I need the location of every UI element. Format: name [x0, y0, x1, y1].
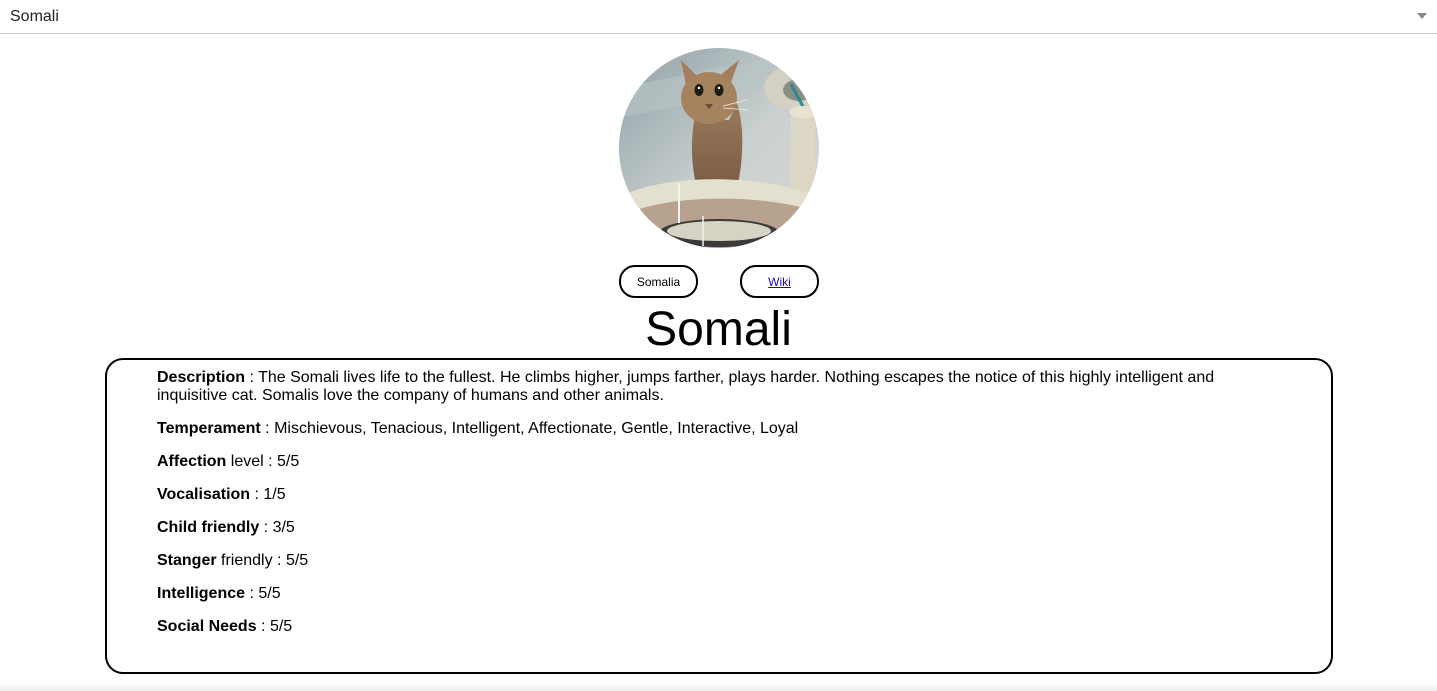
social-needs-label: Social Needs [157, 618, 257, 635]
intelligence-label: Intelligence [157, 585, 246, 602]
temperament-label: Temperament [157, 420, 261, 437]
cat-photo-image [619, 48, 819, 248]
intelligence-text: : 5/5 [245, 585, 281, 602]
description-text: : The Somali lives life to the fullest. … [157, 369, 1215, 404]
breed-select-value: Somali [10, 8, 59, 25]
child-friendly-row: Child friendly : 3/5 [157, 519, 1267, 537]
breed-select[interactable]: Somali [0, 0, 1437, 34]
child-friendly-label: Child friendly [157, 519, 260, 536]
vocalisation-label: Vocalisation [157, 486, 251, 503]
affection-label: Affection [157, 453, 227, 470]
temperament-text: : Mischievous, Tenacious, Intelligent, A… [260, 420, 799, 437]
breed-photo [619, 48, 819, 248]
breed-title: Somali [645, 303, 792, 356]
stranger-friendly-text: friendly : 5/5 [216, 552, 309, 569]
temperament-row: Temperament : Mischievous, Tenacious, In… [157, 420, 1267, 438]
affection-row: Affection level : 5/5 [157, 453, 1267, 471]
vocalisation-row: Vocalisation : 1/5 [157, 486, 1267, 504]
child-friendly-text: : 3/5 [259, 519, 295, 536]
social-needs-text: : 5/5 [256, 618, 293, 635]
stranger-friendly-label: Stanger [157, 552, 217, 569]
wiki-link[interactable]: Wiki [768, 275, 791, 289]
wiki-button[interactable]: Wiki [740, 265, 819, 298]
origin-button[interactable]: Somalia [619, 265, 698, 298]
description-label: Description [157, 369, 246, 386]
description-row: Description : The Somali lives life to t… [157, 369, 1267, 405]
breed-details-card: Description : The Somali lives life to t… [105, 358, 1333, 674]
vocalisation-text: : 1/5 [250, 486, 286, 503]
bottom-shadow [0, 683, 1437, 691]
affection-text: level : 5/5 [226, 453, 300, 470]
stranger-friendly-row: Stanger friendly : 5/5 [157, 552, 1267, 570]
breed-details-list: Description : The Somali lives life to t… [157, 369, 1267, 651]
social-needs-row: Social Needs : 5/5 [157, 618, 1267, 636]
intelligence-row: Intelligence : 5/5 [157, 585, 1267, 603]
chevron-down-icon[interactable] [1417, 13, 1427, 19]
